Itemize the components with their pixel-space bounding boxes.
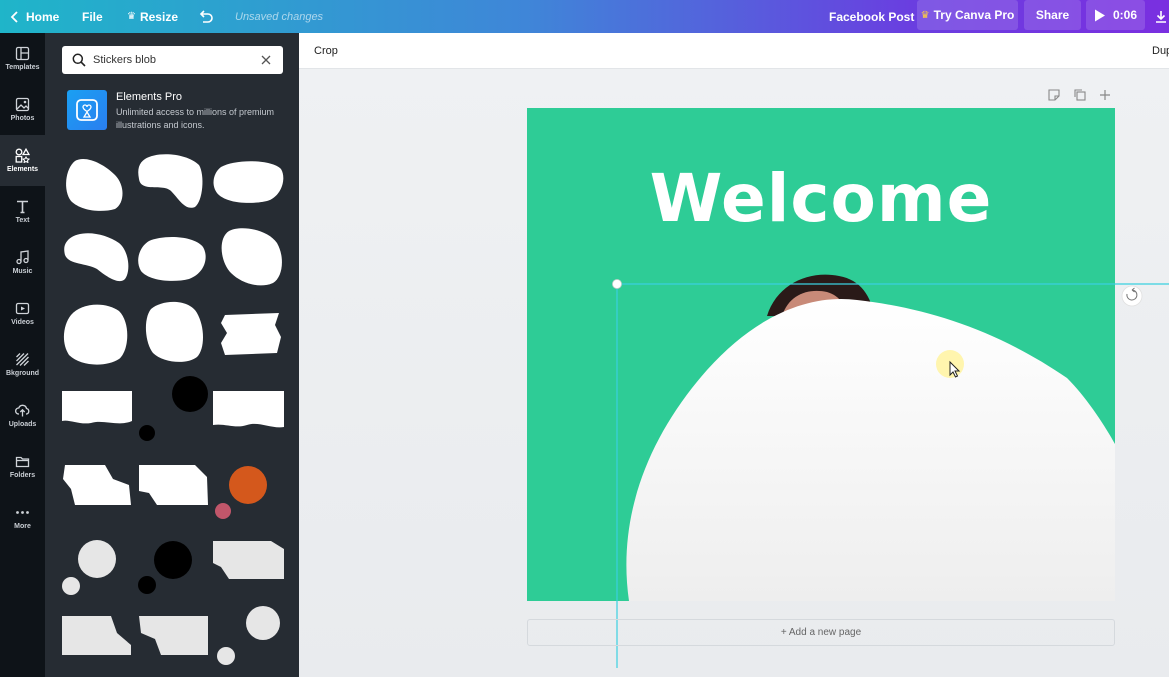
rotate-handle[interactable] [1121, 285, 1143, 307]
add-new-page-button[interactable]: + Add a new page [527, 619, 1115, 646]
selection-handle[interactable] [612, 279, 622, 289]
selection-overlay [612, 279, 1169, 668]
